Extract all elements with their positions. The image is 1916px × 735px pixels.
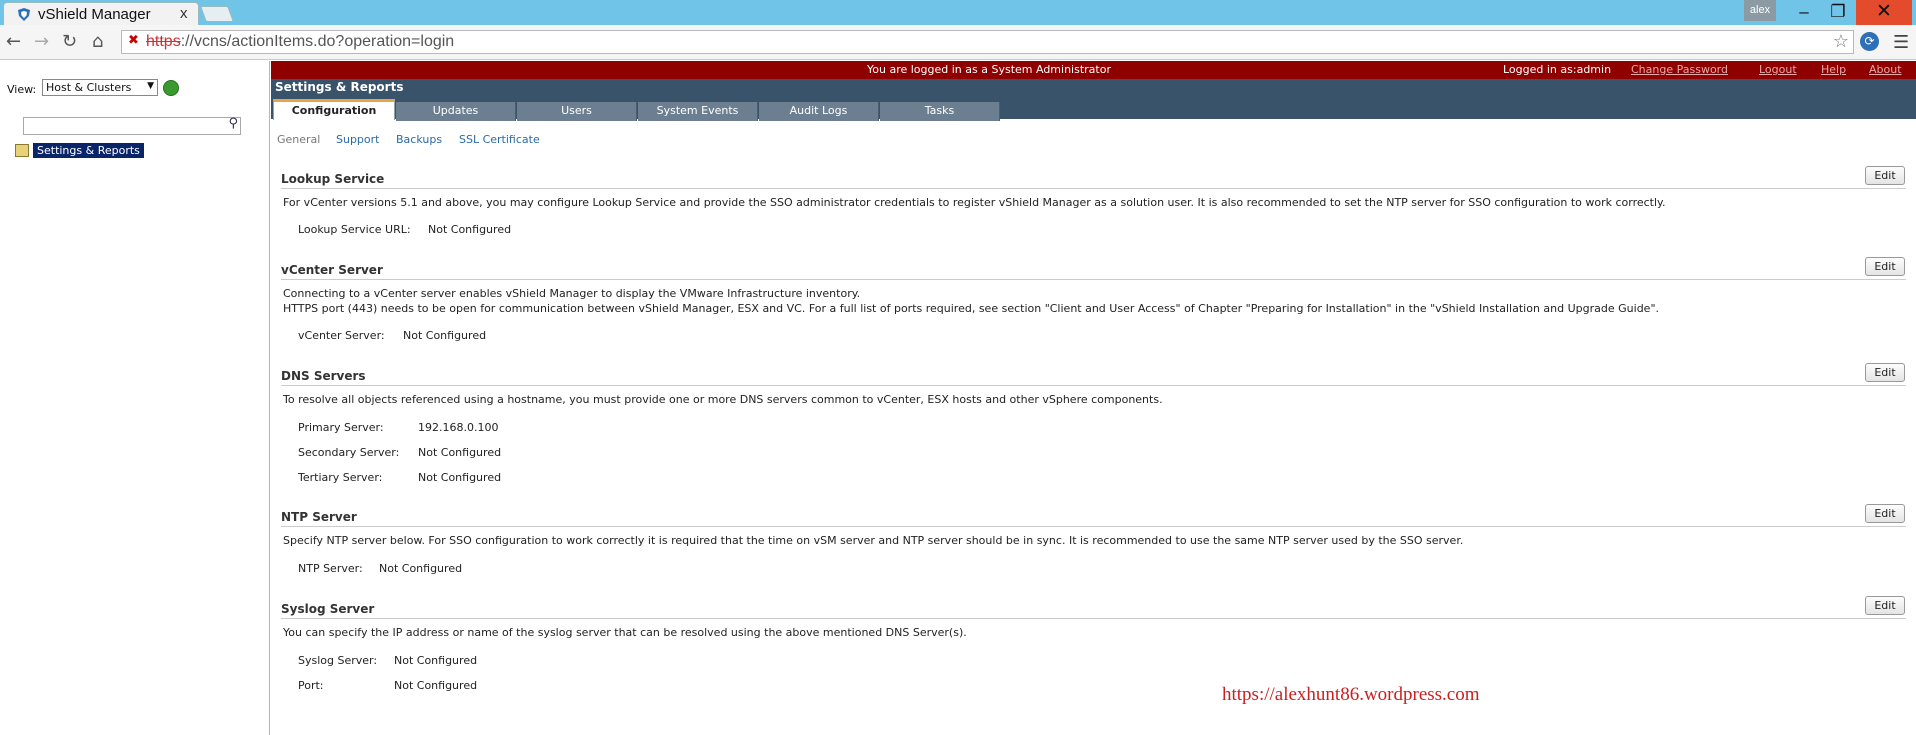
settings-reports-icon [15,144,29,157]
profile-badge[interactable]: alex [1744,0,1776,21]
subnav-ssl-certificate[interactable]: SSL Certificate [459,133,540,146]
bookmark-star-icon[interactable]: ☆ [1833,31,1849,52]
logged-role: You are logged in as a System Administra… [867,63,1111,76]
refresh-icon[interactable] [163,80,179,96]
tab-system-events[interactable]: System Events [638,102,758,121]
view-select-value: Host & Clusters [46,81,132,94]
lookup-edit-button[interactable]: Edit [1865,166,1905,185]
restore-icon[interactable]: ❐ [1822,0,1854,25]
vcenter-description-1: Connecting to a vCenter server enables v… [283,287,861,300]
ntp-title: NTP Server [281,510,357,524]
tab-users[interactable]: Users [517,102,637,121]
view-select[interactable]: Host & Clusters ▼ [42,79,158,96]
search-icon[interactable]: ⚲ [228,116,238,131]
dns-edit-button[interactable]: Edit [1865,363,1905,382]
address-bar[interactable]: ✖ https://vcns/actionItems.do?operation=… [121,30,1854,54]
syslog-description: You can specify the IP address or name o… [283,626,967,639]
dns-secondary-value: Not Configured [418,446,502,459]
tab-updates[interactable]: Updates [396,102,516,121]
ntp-edit-button[interactable]: Edit [1865,504,1905,523]
reload-icon[interactable]: ↻ [62,31,77,52]
syslog-port-label: Port: [298,679,324,692]
insecure-icon: ✖ [128,33,139,48]
window-close-icon[interactable]: ✕ [1856,0,1912,25]
divider [281,618,1906,619]
view-label: View: [7,83,37,96]
page-title: Settings & Reports [275,80,404,94]
dns-secondary-label: Secondary Server: [298,446,400,459]
home-icon[interactable]: ⌂ [92,31,103,52]
divider [281,188,1906,189]
dns-primary-label: Primary Server: [298,421,384,434]
back-icon[interactable]: ← [6,31,21,52]
divider [281,526,1906,527]
lookup-url-value: Not Configured [428,223,512,236]
dns-primary-value: 192.168.0.100 [418,421,499,434]
dropdown-arrow-icon: ▼ [147,81,154,91]
subnav-general[interactable]: General [277,133,320,146]
browser-tab[interactable]: vShield Manager x [3,2,199,25]
dns-description: To resolve all objects referenced using … [283,393,1163,406]
logout-link[interactable]: Logout [1759,63,1797,76]
ntp-description: Specify NTP server below. For SSO config… [283,534,1464,547]
extension-icon[interactable]: ⟳ [1860,32,1879,51]
syslog-edit-button[interactable]: Edit [1865,596,1905,615]
dns-title: DNS Servers [281,369,366,383]
syslog-server-label: Syslog Server: [298,654,378,667]
shield-icon [18,8,30,21]
help-link[interactable]: Help [1821,63,1846,76]
vcenter-server-value: Not Configured [403,329,487,342]
chrome-menu-icon[interactable]: ☰ [1893,32,1909,53]
vcenter-edit-button[interactable]: Edit [1865,257,1905,276]
dns-tertiary-value: Not Configured [418,471,502,484]
lookup-url-label: Lookup Service URL: [298,223,411,236]
tab-tasks[interactable]: Tasks [880,102,1000,121]
browser-titlebar: vShield Manager x alex – ❐ ✕ [0,0,1916,25]
vcenter-server-label: vCenter Server: [298,329,385,342]
ntp-server-label: NTP Server: [298,562,363,575]
divider [281,385,1906,386]
vcenter-description-2: HTTPS port (443) needs to be open for co… [283,302,1659,315]
new-tab-button[interactable] [200,6,234,22]
watermark-text: https://alexhunt86.wordpress.com [1222,684,1480,705]
tab-close-icon[interactable]: x [180,5,188,22]
logged-as: Logged in as:admin [1503,63,1612,76]
vcenter-title: vCenter Server [281,263,383,277]
lookup-service-title: Lookup Service [281,172,385,186]
change-password-link[interactable]: Change Password [1631,63,1728,76]
syslog-server-value: Not Configured [394,654,478,667]
session-bar: You are logged in as a System Administra… [271,61,1916,79]
tab-audit-logs[interactable]: Audit Logs [759,102,879,121]
subnav-support[interactable]: Support [336,133,379,146]
divider [281,279,1906,280]
minimize-icon[interactable]: – [1788,0,1820,25]
ntp-server-value: Not Configured [379,562,463,575]
tree-item-label: Settings & Reports [33,143,144,158]
forward-icon[interactable]: → [34,31,49,52]
browser-toolbar: ← → ↻ ⌂ ✖ https://vcns/actionItems.do?op… [0,25,1916,60]
tab-title: vShield Manager [38,6,151,23]
dns-tertiary-label: Tertiary Server: [298,471,383,484]
tab-configuration[interactable]: Configuration [273,99,395,120]
url-text: https://vcns/actionItems.do?operation=lo… [146,33,455,50]
syslog-port-value: Not Configured [394,679,478,692]
inventory-pane: View: Host & Clusters ▼ ⚲ Settings & Rep… [0,61,270,735]
syslog-title: Syslog Server [281,602,375,616]
about-link[interactable]: About [1869,63,1902,76]
subnav-backups[interactable]: Backups [396,133,442,146]
inventory-search-input[interactable]: ⚲ [23,116,241,135]
lookup-description: For vCenter versions 5.1 and above, you … [283,196,1666,209]
